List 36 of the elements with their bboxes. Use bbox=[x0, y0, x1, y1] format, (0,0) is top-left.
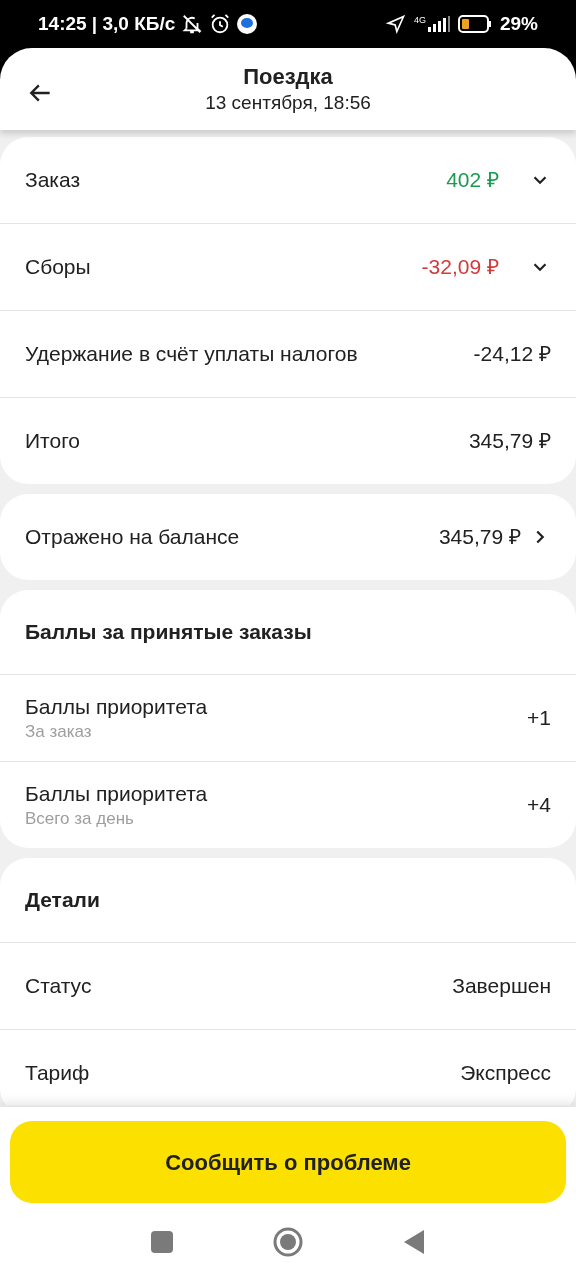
battery-icon bbox=[457, 15, 492, 33]
row-sublabel: Всего за день bbox=[25, 807, 135, 829]
row-value: Экспресс bbox=[460, 1060, 551, 1087]
row-value: 345,79 ₽ bbox=[438, 524, 521, 551]
section-title: Баллы за принятые заказы bbox=[25, 619, 312, 646]
section-title: Детали bbox=[25, 887, 100, 914]
row-label: Статус bbox=[25, 972, 93, 999]
status-time: 14:25 | 3,0 КБ/с bbox=[38, 11, 176, 36]
network-type: 4G bbox=[413, 16, 426, 25]
row-label: Тариф bbox=[25, 1059, 91, 1086]
row-value: +4 bbox=[527, 792, 551, 819]
row-sublabel: За заказ bbox=[25, 720, 93, 742]
location-arrow-icon bbox=[385, 14, 406, 34]
back-nav-icon[interactable] bbox=[403, 1228, 425, 1255]
row-value: Завершен bbox=[452, 973, 551, 1000]
signal-icon bbox=[427, 16, 450, 32]
row-value: 402 ₽ bbox=[446, 167, 499, 194]
home-icon[interactable] bbox=[273, 1226, 303, 1257]
screen-title: Поездка bbox=[243, 63, 333, 91]
row-label: Сборы bbox=[25, 253, 92, 280]
row-value: -24,12 ₽ bbox=[473, 341, 551, 368]
row-value: -32,09 ₽ bbox=[421, 254, 499, 281]
row-label: Баллы приоритета bbox=[25, 694, 209, 721]
report-problem-button[interactable]: Сообщить о проблеме bbox=[10, 1121, 566, 1203]
row-label: Заказ bbox=[25, 166, 82, 193]
recent-apps-icon[interactable] bbox=[151, 1230, 173, 1253]
row-label: Удержание в счёт уплаты налогов bbox=[25, 340, 359, 367]
row-label: Баллы приоритета bbox=[25, 781, 209, 808]
chat-bubble-icon bbox=[237, 14, 258, 34]
row-value: 345,79 ₽ bbox=[468, 428, 551, 455]
row-label: Отражено на балансе bbox=[25, 523, 241, 550]
battery-percent: 29% bbox=[499, 11, 538, 36]
row-value: +1 bbox=[527, 705, 551, 732]
bell-off-icon bbox=[181, 13, 204, 35]
row-label: Итого bbox=[25, 427, 82, 454]
screen-subtitle: 13 сентября, 18:56 bbox=[205, 90, 371, 115]
